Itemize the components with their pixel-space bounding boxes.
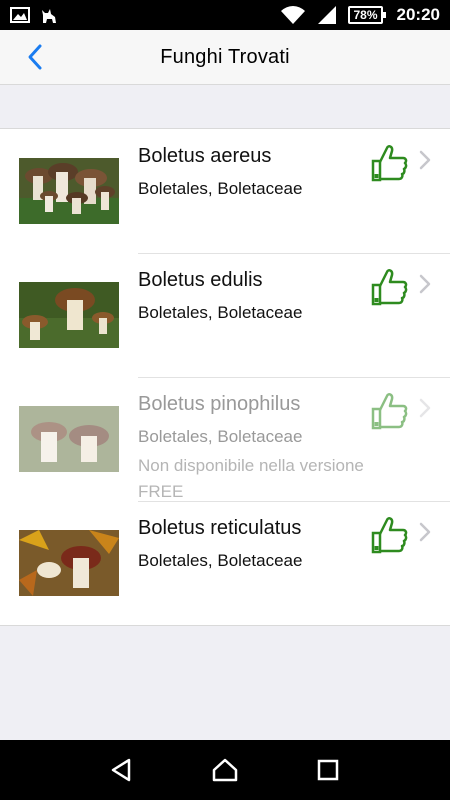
availability-note: Non disponibile nella versione FREE [138, 456, 364, 501]
home-icon [212, 758, 238, 782]
clock: 20:20 [396, 5, 440, 24]
item-title: Boletus reticulatus [138, 517, 302, 539]
navigation-bar: Funghi Trovati [0, 30, 450, 85]
battery-indicator: 78% [348, 6, 386, 24]
wifi-icon [280, 5, 306, 25]
list-item-boletus-edulis[interactable]: Boletus edulis Boletales, Boletaceae [0, 253, 450, 377]
signal-icon [316, 5, 338, 25]
system-home-button[interactable] [205, 750, 245, 790]
chevron-right-icon [419, 398, 431, 418]
list-item-boletus-aereus[interactable]: Boletus aereus Boletales, Boletaceae [0, 129, 450, 253]
list-item-boletus-reticulatus[interactable]: Boletus reticulatus Boletales, Boletacea… [0, 501, 450, 625]
mushroom-photo [19, 530, 119, 596]
back-button[interactable] [20, 42, 50, 72]
mushroom-list: Boletus aereus Boletales, Boletaceae Bol… [0, 128, 450, 626]
back-triangle-icon [111, 758, 130, 782]
item-subtitle: Boletales, Boletaceae [138, 179, 303, 198]
chevron-right-icon [419, 274, 431, 294]
recents-icon [318, 759, 339, 781]
item-title: Boletus pinophilus [138, 393, 301, 415]
android-navigation-bar [0, 740, 450, 800]
chevron-right-icon [419, 150, 431, 170]
mushroom-photo [19, 158, 119, 224]
page-title: Funghi Trovati [160, 45, 290, 68]
thumbs-up-icon[interactable] [370, 515, 408, 555]
mushroom-photo [19, 406, 119, 472]
mushroom-photo [19, 282, 119, 348]
image-icon [10, 7, 30, 23]
status-bar: 78% 20:20 [0, 0, 450, 30]
system-back-button[interactable] [102, 750, 142, 790]
thumbs-up-icon[interactable] [370, 391, 408, 431]
list-item-boletus-pinophilus[interactable]: Boletus pinophilus Boletales, Boletaceae… [0, 377, 450, 501]
thumbs-up-icon[interactable] [370, 143, 408, 183]
item-subtitle: Boletales, Boletaceae [138, 427, 303, 446]
status-left [10, 6, 58, 24]
item-title: Boletus edulis [138, 269, 263, 291]
item-subtitle: Boletales, Boletaceae [138, 303, 303, 322]
cat-icon [40, 6, 58, 24]
item-title: Boletus aereus [138, 145, 272, 167]
thumbs-up-icon[interactable] [370, 267, 408, 307]
item-subtitle: Boletales, Boletaceae [138, 551, 303, 570]
chevron-left-icon [28, 44, 42, 70]
chevron-right-icon [419, 522, 431, 542]
status-right: 78% 20:20 [280, 5, 440, 25]
system-recents-button[interactable] [308, 750, 348, 790]
